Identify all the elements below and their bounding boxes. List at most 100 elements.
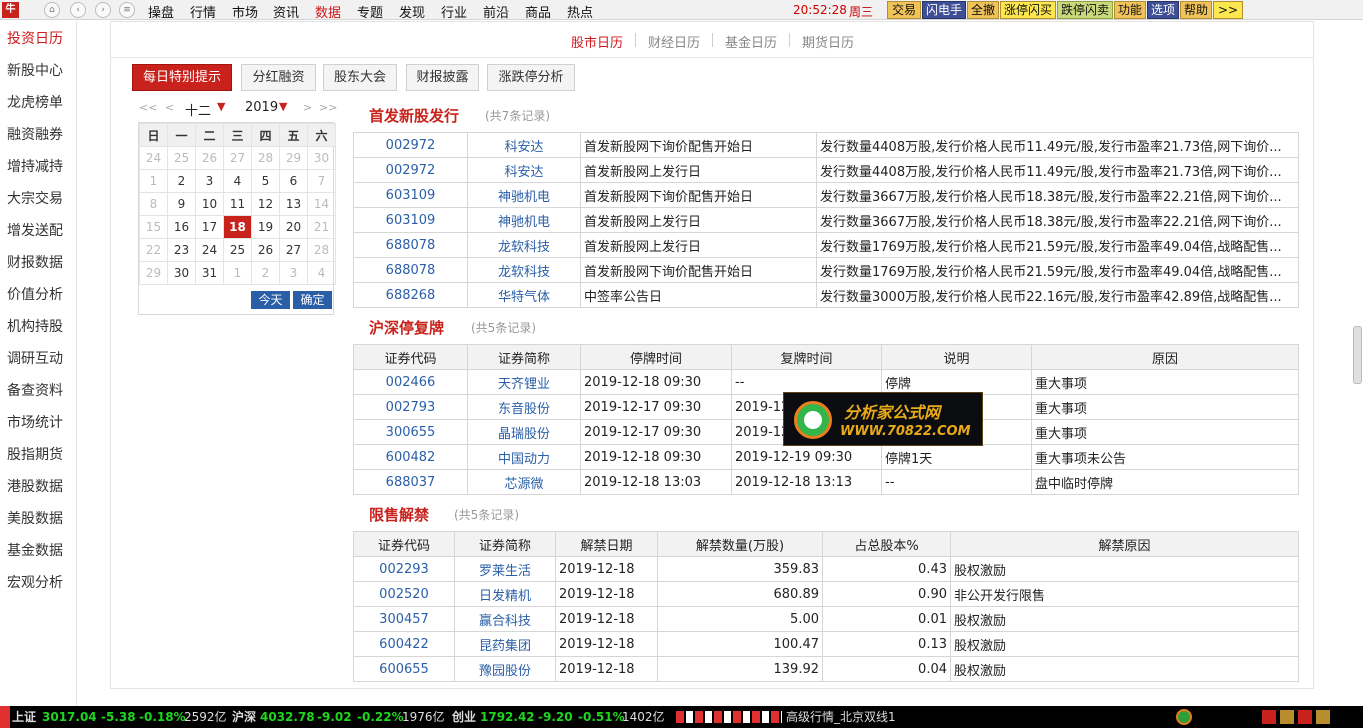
help-button[interactable]: 帮助	[1180, 1, 1212, 19]
menu-market[interactable]: 市场	[232, 2, 258, 21]
calendar-day[interactable]: 3	[195, 169, 224, 193]
table-row[interactable]: 600422 昆药集团 2019-12-18 100.47 0.13 股权激励	[353, 631, 1299, 657]
calendar-day[interactable]: 23	[167, 238, 196, 262]
calendar-day[interactable]: 27	[223, 146, 252, 170]
stock-name-link[interactable]: 晶瑞股份	[467, 419, 581, 445]
column-header[interactable]: 证券简称	[454, 531, 556, 557]
more-button[interactable]: >>	[1213, 1, 1243, 19]
sidebar-item-research[interactable]: 调研互动	[7, 348, 63, 368]
column-header[interactable]: 占总股本%	[822, 531, 951, 557]
tab-stock-calendar[interactable]: 股市日历	[571, 32, 623, 51]
tab-futures-calendar[interactable]: 期货日历	[802, 32, 854, 51]
calendar-day[interactable]: 25	[223, 238, 252, 262]
chevron-down-icon[interactable]: ▼	[279, 100, 287, 113]
calendar-day[interactable]: 26	[195, 146, 224, 170]
stock-code-link[interactable]: 688268	[353, 282, 468, 308]
calendar-day[interactable]: 28	[251, 146, 280, 170]
stock-code-link[interactable]: 603109	[353, 207, 468, 233]
stock-name-link[interactable]: 科安达	[467, 157, 581, 183]
table-row[interactable]: 603109 神驰机电 首发新股网上发行日 发行数量3667万股,发行价格人民币18.…	[353, 207, 1299, 233]
report-disclosure-button[interactable]: 财报披露	[406, 64, 479, 91]
confirm-button[interactable]: 确定	[293, 291, 332, 309]
calendar-day[interactable]: 12	[251, 192, 280, 216]
sidebar-item-financial-reports[interactable]: 财报数据	[7, 252, 63, 272]
next-year-button[interactable]: >>	[319, 101, 337, 114]
table-row[interactable]: 688078 龙软科技 首发新股网上发行日 发行数量1769万股,发行价格人民币21.…	[353, 232, 1299, 258]
table-row[interactable]: 603109 神驰机电 首发新股网下询价配售开始日 发行数量3667万股,发行价格人民…	[353, 182, 1299, 208]
daily-alert-button[interactable]: 每日特别提示	[132, 64, 232, 91]
stock-name-link[interactable]: 赢合科技	[454, 606, 556, 632]
limit-down-sell-button[interactable]: 跌停闪卖	[1057, 1, 1113, 19]
stock-code-link[interactable]: 002972	[353, 132, 468, 158]
calendar-day[interactable]: 15	[139, 215, 168, 239]
calendar-day[interactable]: 22	[139, 238, 168, 262]
column-header[interactable]: 证券简称	[467, 344, 581, 370]
menu-industry[interactable]: 行业	[441, 2, 467, 21]
table-row[interactable]: 002293 罗莱生活 2019-12-18 359.83 0.43 股权激励	[353, 556, 1299, 582]
table-row[interactable]: 600482 中国动力 2019-12-18 09:30 2019-12-19 09:…	[353, 444, 1299, 470]
calendar-day[interactable]: 9	[167, 192, 196, 216]
app-logo-icon[interactable]: 牛	[2, 2, 19, 18]
back-icon[interactable]: ‹	[70, 2, 86, 18]
month-select[interactable]: 十二	[185, 100, 211, 119]
column-header[interactable]: 证券代码	[353, 531, 455, 557]
limit-up-buy-button[interactable]: 涨停闪买	[1000, 1, 1056, 19]
sidebar-item-block-trade[interactable]: 大宗交易	[7, 188, 63, 208]
stock-code-link[interactable]: 300457	[353, 606, 455, 632]
stock-code-link[interactable]: 688078	[353, 232, 468, 258]
limit-analysis-button[interactable]: 涨跌停分析	[487, 64, 575, 91]
sidebar-item-rights-issue[interactable]: 增发送配	[7, 220, 63, 240]
calendar-day[interactable]: 2	[167, 169, 196, 193]
menu-hotspot[interactable]: 热点	[567, 2, 593, 21]
sidebar-item-macro[interactable]: 宏观分析	[7, 572, 63, 592]
stock-name-link[interactable]: 豫园股份	[454, 656, 556, 682]
calendar-day[interactable]: 29	[139, 261, 168, 285]
menu-news[interactable]: 资讯	[273, 2, 299, 21]
sidebar-item-holdings-change[interactable]: 增持减持	[7, 156, 63, 176]
shareholder-meeting-button[interactable]: 股东大会	[323, 64, 397, 91]
stock-name-link[interactable]: 东音股份	[467, 394, 581, 420]
stock-code-link[interactable]: 002293	[353, 556, 455, 582]
stock-name-link[interactable]: 龙软科技	[467, 257, 581, 283]
menu-topics[interactable]: 专题	[357, 2, 383, 21]
cy-index-label[interactable]: 创业	[452, 706, 476, 728]
sh-index-label[interactable]: 上证	[12, 706, 36, 728]
column-header[interactable]: 解禁数量(万股)	[657, 531, 823, 557]
stock-code-link[interactable]: 300655	[353, 419, 468, 445]
sidebar-item-filings[interactable]: 备查资料	[7, 380, 63, 400]
calendar-day[interactable]: 28	[307, 238, 336, 262]
stock-code-link[interactable]: 002972	[353, 157, 468, 183]
stock-code-link[interactable]: 603109	[353, 182, 468, 208]
hs-index-label[interactable]: 沪深	[232, 706, 256, 728]
calendar-day[interactable]: 4	[307, 261, 336, 285]
stock-code-link[interactable]: 600422	[353, 631, 455, 657]
dividend-financing-button[interactable]: 分红融资	[241, 64, 316, 91]
stock-code-link[interactable]: 688078	[353, 257, 468, 283]
calendar-day[interactable]: 29	[279, 146, 308, 170]
calendar-day[interactable]: 6	[279, 169, 308, 193]
chevron-down-icon[interactable]: ▼	[217, 100, 225, 113]
calendar-day[interactable]: 25	[167, 146, 196, 170]
sidebar-item-value-analysis[interactable]: 价值分析	[7, 284, 63, 304]
table-row[interactable]: 300457 赢合科技 2019-12-18 5.00 0.01 股权激励	[353, 606, 1299, 632]
sidebar-item-market-stats[interactable]: 市场统计	[7, 412, 63, 432]
calendar-day[interactable]: 2	[251, 261, 280, 285]
column-header[interactable]: 证券代码	[353, 344, 468, 370]
sidebar-item-new-stocks[interactable]: 新股中心	[7, 60, 63, 80]
menu-discover[interactable]: 发现	[399, 2, 425, 21]
tab-fund-calendar[interactable]: 基金日历	[725, 32, 777, 51]
table-row[interactable]: 600655 豫园股份 2019-12-18 139.92 0.04 股权激励	[353, 656, 1299, 682]
stock-name-link[interactable]: 中国动力	[467, 444, 581, 470]
stock-name-link[interactable]: 日发精机	[454, 581, 556, 607]
tray-icon[interactable]	[1316, 710, 1330, 724]
stock-name-link[interactable]: 华特气体	[467, 282, 581, 308]
sidebar-item-funds[interactable]: 基金数据	[7, 540, 63, 560]
stock-name-link[interactable]: 昆药集团	[454, 631, 556, 657]
calendar-day[interactable]: 7	[307, 169, 336, 193]
calendar-day[interactable]: 16	[167, 215, 196, 239]
calendar-day[interactable]: 30	[167, 261, 196, 285]
table-row[interactable]: 688037 芯源微 2019-12-18 13:03 2019-12-18 13:1…	[353, 469, 1299, 495]
column-header[interactable]: 说明	[881, 344, 1032, 370]
sidebar-item-hk-stocks[interactable]: 港股数据	[7, 476, 63, 496]
stock-code-link[interactable]: 002520	[353, 581, 455, 607]
